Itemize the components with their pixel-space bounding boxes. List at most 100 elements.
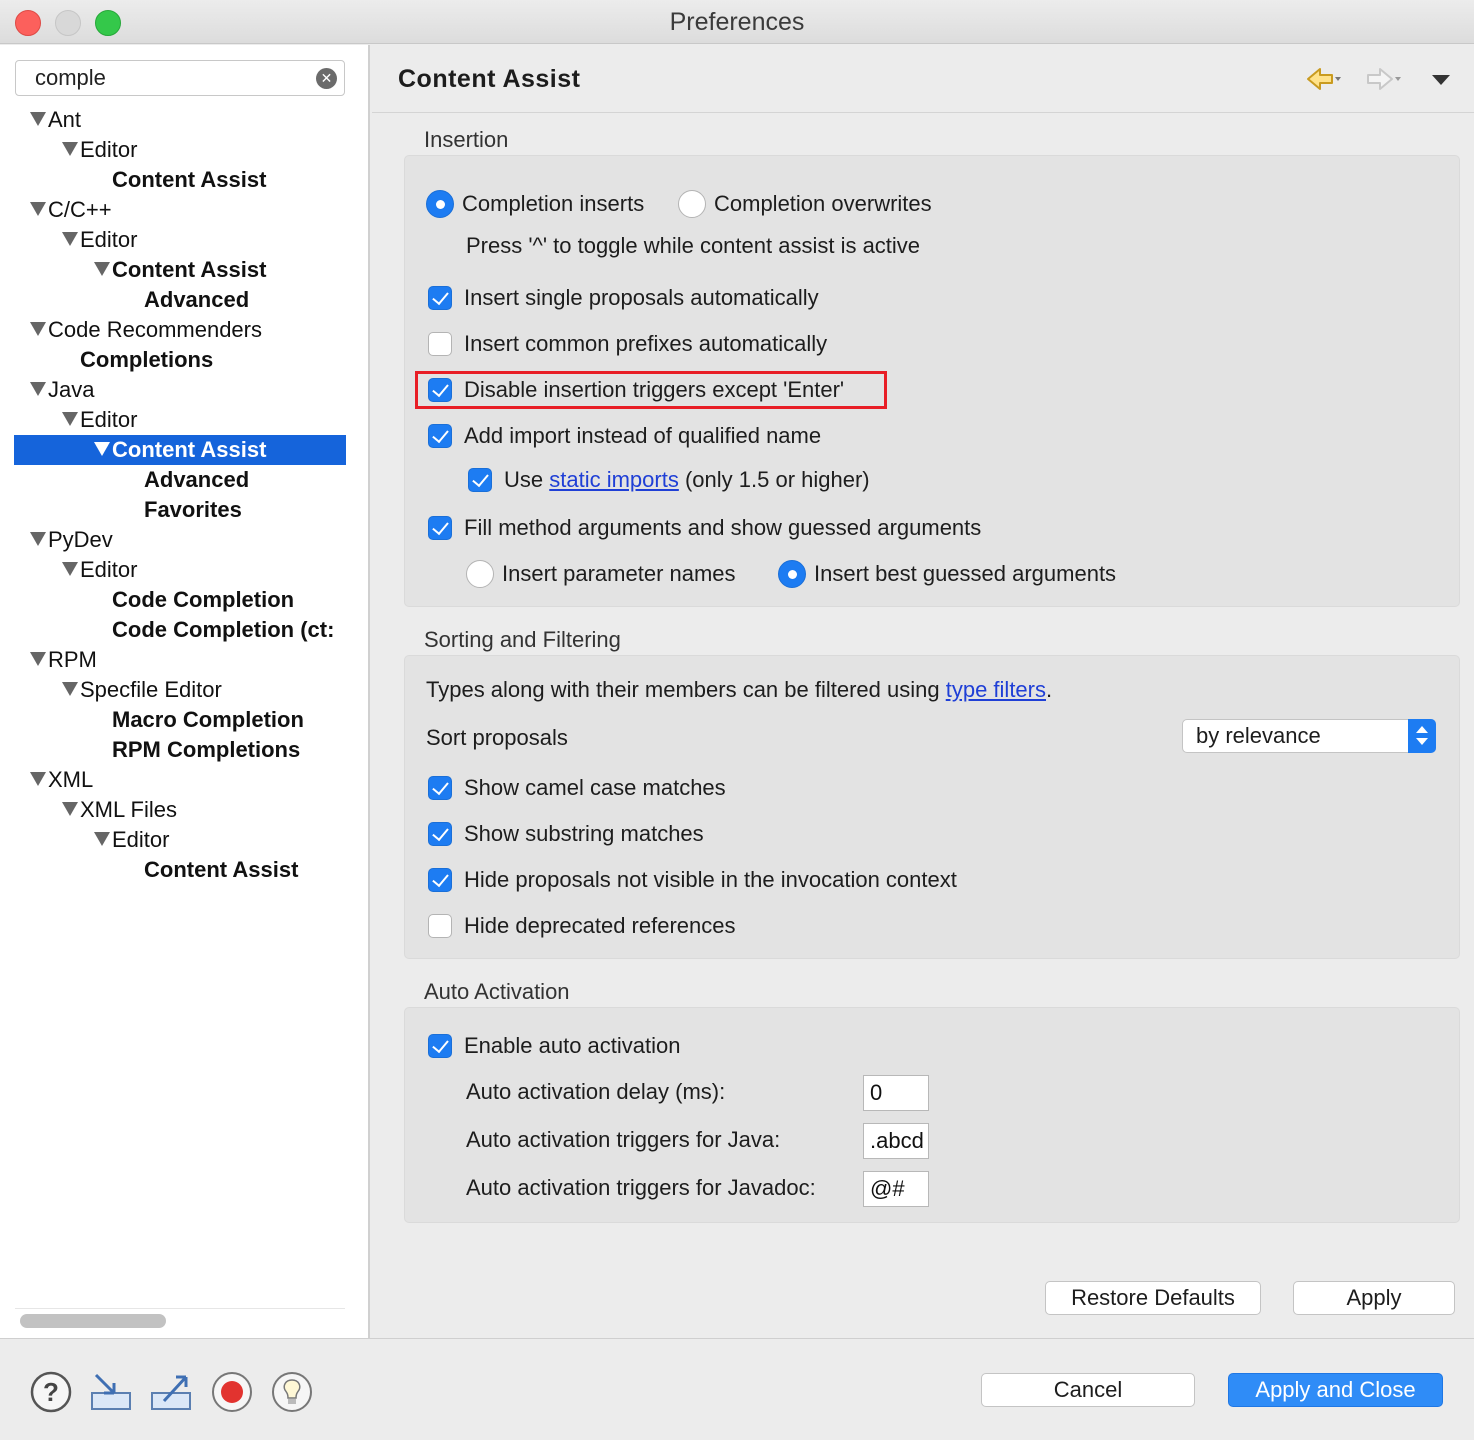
checkbox-checked[interactable]: [428, 822, 452, 846]
sort-proposals-value: by relevance: [1196, 723, 1321, 748]
checkbox-checked[interactable]: [428, 776, 452, 800]
checkbox-checked[interactable]: [428, 1034, 452, 1058]
delay-field[interactable]: [863, 1075, 929, 1111]
lightbulb-icon[interactable]: [271, 1371, 313, 1413]
tree-item[interactable]: C/C++: [0, 195, 112, 225]
tree-item[interactable]: RPM Completions: [0, 735, 300, 765]
cancel-button[interactable]: Cancel: [981, 1373, 1195, 1407]
back-arrow-icon[interactable]: [1306, 65, 1342, 95]
tree-item-label: Favorites: [144, 497, 242, 522]
filter-search-box: ✕: [15, 60, 345, 96]
tree-item[interactable]: Macro Completion: [0, 705, 304, 735]
expand-triangle-icon[interactable]: [94, 442, 110, 456]
expand-triangle-icon[interactable]: [30, 382, 46, 396]
title-bar: Preferences: [0, 0, 1474, 44]
tree-item[interactable]: Ant: [0, 105, 81, 135]
export-icon[interactable]: [150, 1371, 192, 1413]
expand-triangle-icon[interactable]: [30, 202, 46, 216]
tree-item-label: C/C++: [48, 197, 112, 222]
tree-item[interactable]: Specfile Editor: [0, 675, 222, 705]
expand-triangle-icon[interactable]: [30, 772, 46, 786]
tree-item[interactable]: PyDev: [0, 525, 113, 555]
tree-item[interactable]: Content Assist: [0, 165, 266, 195]
type-filters-text: Types along with their members can be fi…: [426, 677, 1053, 702]
tree-item[interactable]: Editor: [0, 825, 169, 855]
expand-triangle-icon[interactable]: [30, 112, 46, 126]
checkbox-checked[interactable]: [468, 468, 492, 492]
page-title: Content Assist: [398, 65, 581, 93]
auto-activation-group-title: Auto Activation: [424, 979, 570, 1004]
checkbox-checked[interactable]: [428, 868, 452, 892]
javadoc-triggers-label: Auto activation triggers for Javadoc:: [466, 1175, 816, 1200]
tree-item[interactable]: Advanced: [0, 465, 249, 495]
tree-item-label: Editor: [80, 407, 138, 432]
tree-item-label: Editor: [112, 827, 170, 852]
expand-triangle-icon[interactable]: [62, 412, 78, 426]
checkbox-unchecked[interactable]: [428, 332, 452, 356]
radio-selected[interactable]: [778, 560, 806, 588]
tree-item[interactable]: XML: [0, 765, 93, 795]
record-icon[interactable]: [211, 1371, 253, 1413]
type-filters-link[interactable]: type filters: [946, 677, 1046, 702]
expand-triangle-icon[interactable]: [62, 232, 78, 246]
tree-item[interactable]: Content Assist: [14, 435, 346, 465]
sort-proposals-select[interactable]: by relevance: [1182, 719, 1436, 753]
preference-page: Content Assist Insertion Completion inse…: [372, 45, 1474, 1338]
forward-arrow-icon[interactable]: [1366, 65, 1402, 95]
expand-triangle-icon[interactable]: [62, 562, 78, 576]
apply-button[interactable]: Apply: [1293, 1281, 1455, 1315]
tree-item[interactable]: RPM: [0, 645, 97, 675]
radio-unselected[interactable]: [466, 560, 494, 588]
radio-selected[interactable]: [426, 190, 454, 218]
radio-unselected[interactable]: [678, 190, 706, 218]
tree-item[interactable]: Editor: [0, 135, 137, 165]
expand-triangle-icon[interactable]: [62, 682, 78, 696]
help-icon[interactable]: ?: [30, 1371, 72, 1413]
tree-item[interactable]: Favorites: [0, 495, 242, 525]
expand-triangle-icon[interactable]: [30, 532, 46, 546]
delay-label: Auto activation delay (ms):: [466, 1079, 726, 1104]
tree-item[interactable]: Editor: [0, 405, 137, 435]
scrollbar-thumb[interactable]: [20, 1314, 166, 1328]
insertion-group-title: Insertion: [424, 127, 509, 152]
expand-triangle-icon[interactable]: [62, 802, 78, 816]
tree-item-label: Specfile Editor: [80, 677, 222, 702]
tree-item[interactable]: XML Files: [0, 795, 177, 825]
tree-item[interactable]: Content Assist: [0, 855, 298, 885]
clear-search-icon[interactable]: ✕: [316, 68, 337, 89]
horizontal-scrollbar[interactable]: [15, 1308, 345, 1330]
expand-triangle-icon[interactable]: [94, 832, 110, 846]
tree-item[interactable]: Completions: [0, 345, 213, 375]
checkbox-checked[interactable]: [428, 516, 452, 540]
expand-triangle-icon[interactable]: [94, 262, 110, 276]
sort-proposals-label: Sort proposals: [426, 725, 568, 750]
apply-and-close-button[interactable]: Apply and Close: [1228, 1373, 1443, 1407]
java-triggers-field[interactable]: [863, 1123, 929, 1159]
tree-item[interactable]: Java: [0, 375, 94, 405]
expand-triangle-icon[interactable]: [62, 142, 78, 156]
checkbox-unchecked[interactable]: [428, 914, 452, 938]
tree-item-label: Content Assist: [144, 857, 299, 882]
view-menu-icon[interactable]: [1432, 75, 1450, 85]
tree-item[interactable]: Content Assist: [0, 255, 266, 285]
tree-item[interactable]: Code Completion: [0, 585, 294, 615]
checkbox-checked[interactable]: [428, 378, 452, 402]
expand-triangle-icon[interactable]: [30, 322, 46, 336]
tree-item-label: Macro Completion: [112, 707, 304, 732]
expand-triangle-icon[interactable]: [30, 652, 46, 666]
toggle-hint: Press '^' to toggle while content assist…: [466, 233, 921, 258]
filter-input[interactable]: [35, 64, 315, 92]
static-imports-link[interactable]: static imports: [549, 467, 679, 492]
tree-item-label: Content Assist: [112, 437, 267, 462]
tree-item[interactable]: Editor: [0, 555, 137, 585]
tree-item[interactable]: Editor: [0, 225, 137, 255]
tree-item[interactable]: Code Completion (ct:: [0, 615, 334, 645]
javadoc-triggers-field[interactable]: [863, 1171, 929, 1207]
tree-item[interactable]: Advanced: [0, 285, 249, 315]
checkbox-checked[interactable]: [428, 424, 452, 448]
checkbox-checked[interactable]: [428, 286, 452, 310]
import-icon[interactable]: [90, 1371, 132, 1413]
window-title: Preferences: [669, 8, 805, 36]
restore-defaults-button[interactable]: Restore Defaults: [1045, 1281, 1261, 1315]
tree-item[interactable]: Code Recommenders: [0, 315, 262, 345]
